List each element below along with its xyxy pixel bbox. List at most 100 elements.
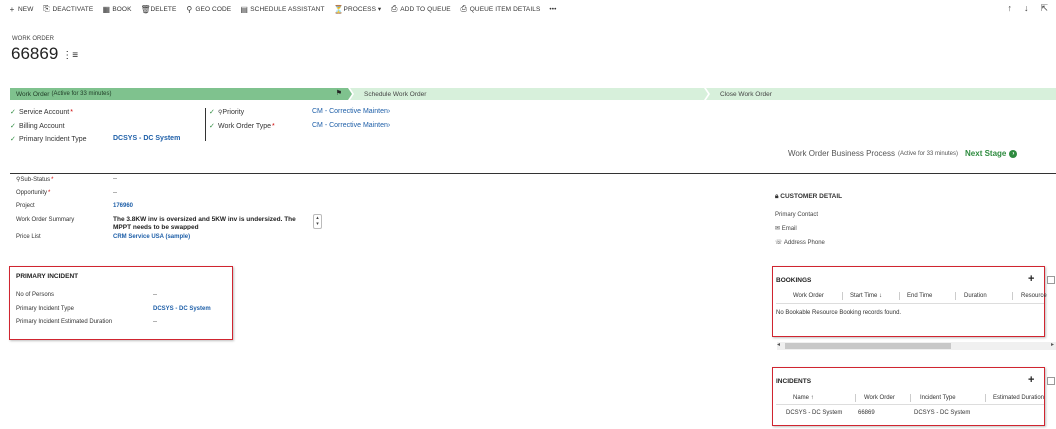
primary-incident-type-link[interactable]: DCSYS - DC System: [113, 135, 180, 142]
deactivate-button[interactable]: ⎘ DEACTIVATE: [42, 4, 93, 14]
col-estimated-duration[interactable]: Estimated Duration: [993, 395, 1044, 401]
process-icon: ⏳: [333, 4, 344, 14]
scroll-right-icon[interactable]: ▸: [1051, 341, 1054, 348]
geo-code-button[interactable]: ⚲ GEO CODE: [185, 5, 231, 14]
no-of-persons-value[interactable]: --: [153, 292, 157, 298]
book-button[interactable]: ▦ BOOK: [102, 5, 131, 14]
stage-field-work-order-type[interactable]: ✓ Work Order Type *: [209, 122, 275, 131]
col-separator: [1012, 292, 1013, 300]
no-of-persons-label: No of Persons: [16, 292, 55, 298]
email-item[interactable]: ✉ Email: [775, 225, 797, 232]
queue-item-details-button[interactable]: ⎙ QUEUE ITEM DETAILS: [460, 4, 541, 14]
col-incident-type[interactable]: Incident Type: [920, 395, 956, 401]
more-commands-button[interactable]: •••: [549, 6, 556, 13]
grid-view-icon[interactable]: [1047, 377, 1055, 385]
incident-work-order-link[interactable]: 66869: [858, 410, 875, 416]
plus-icon: +: [9, 4, 15, 14]
flag-icon: ⚑: [335, 90, 342, 97]
divider: [205, 108, 206, 141]
primary-contact-label: Primary Contact: [775, 212, 819, 218]
business-process-bar: Work Order (Active for 33 minutes) ⚑ Sch…: [10, 88, 1056, 100]
deactivate-icon: ⎘: [43, 4, 50, 13]
stage-schedule-work-order[interactable]: Schedule Work Order: [350, 88, 708, 100]
stage-field-billing-account[interactable]: ✓ Billing Account: [10, 122, 65, 131]
summary-textarea[interactable]: The 3.8KW inv is oversized and 5KW inv i…: [113, 216, 309, 230]
price-list-link[interactable]: CRM Service USA (sample): [113, 234, 190, 240]
price-list-label: Price List: [16, 234, 41, 240]
incident-type-link[interactable]: DCSYS - DC System: [914, 410, 970, 416]
col-separator: [955, 292, 956, 300]
summary-label: Work Order Summary: [16, 217, 75, 223]
scroll-spinner[interactable]: ▴ ▾: [313, 214, 322, 229]
process-button[interactable]: ⏳ PROCESS ▾: [334, 5, 382, 14]
scroll-thumb[interactable]: [785, 343, 951, 349]
col-end-time[interactable]: End Time: [907, 293, 932, 299]
estimated-duration-value[interactable]: --: [153, 319, 157, 325]
sub-status-label: ⚲Sub-Status*: [16, 177, 54, 183]
estimated-duration-label: Primary Incident Estimated Duration: [16, 319, 113, 325]
business-process-label: Work Order Business Process (Active for …: [788, 149, 1018, 158]
add-to-queue-button[interactable]: ⎙ ADD TO QUEUE: [390, 4, 451, 14]
project-label: Project: [16, 203, 35, 209]
geo-pin-icon: ⚲: [186, 4, 193, 14]
delete-button[interactable]: 🗑 DELETE: [141, 5, 177, 14]
check-icon: ✓: [10, 123, 16, 130]
schedule-assistant-button[interactable]: ▤ SCHEDULE ASSISTANT: [240, 5, 324, 14]
header-underline: [776, 404, 1044, 405]
record-number: 66869: [11, 44, 59, 63]
stage-close-work-order[interactable]: Close Work Order: [706, 88, 1056, 100]
book-icon: ▦: [102, 4, 111, 14]
queue-icon: ⎙: [391, 4, 398, 13]
stage-field-primary-incident-type[interactable]: ✓ Primary Incident Type: [10, 135, 87, 144]
add-incident-button[interactable]: +: [1028, 374, 1034, 386]
stage-field-priority[interactable]: ✓ ⚲ Priority: [209, 108, 244, 117]
scroll-left-icon[interactable]: ◂: [777, 341, 780, 348]
command-bar: + NEW ⎘ DEACTIVATE ▦ BOOK 🗑 DELETE ⚲ GEO CODE…: [0, 0, 1056, 18]
check-icon: ✓: [10, 109, 16, 116]
stage-work-order[interactable]: Work Order (Active for 33 minutes) ⚑: [10, 88, 352, 100]
col-resource[interactable]: Resource: [1021, 293, 1047, 299]
col-name[interactable]: Name ↑: [793, 395, 814, 401]
stage-field-service-account[interactable]: ✓ Service Account *: [10, 108, 73, 117]
col-work-order[interactable]: Work Order: [864, 395, 895, 401]
primary-incident-type-label: Primary Incident Type: [16, 306, 74, 312]
primary-incident-type-value[interactable]: DCSYS - DC System: [153, 306, 211, 312]
work-order-type-value[interactable]: CM - Corrective Mainten›: [312, 122, 390, 129]
address-phone-item[interactable]: ☏ Address Phone: [775, 239, 825, 246]
arrow-up-icon[interactable]: ↑: [1007, 3, 1012, 14]
opportunity-value[interactable]: --: [113, 190, 117, 196]
mail-icon: ✉: [775, 226, 781, 232]
bookings-title: BOOKINGS: [776, 277, 812, 284]
check-icon: ✓: [209, 123, 215, 130]
primary-incident-title: PRIMARY INCIDENT: [16, 273, 79, 280]
schedule-icon: ▤: [240, 4, 249, 14]
incident-name-link[interactable]: DCSYS - DC System: [786, 410, 842, 416]
new-button[interactable]: + NEW: [8, 4, 34, 14]
sub-status-value[interactable]: --: [113, 176, 117, 182]
col-separator: [985, 394, 986, 402]
next-stage-button[interactable]: Next Stage ›: [965, 149, 1018, 158]
opportunity-label: Opportunity*: [16, 190, 51, 196]
col-separator: [910, 394, 911, 402]
phone-icon: ☏: [775, 240, 783, 246]
col-duration[interactable]: Duration: [964, 293, 987, 299]
grid-view-icon[interactable]: [1047, 276, 1055, 284]
customer-detail-heading: 🔒︎ CUSTOMER DETAIL: [775, 193, 843, 200]
delete-icon: 🗑: [140, 4, 151, 14]
col-separator: [842, 292, 843, 300]
record-navigation: ↑ ↓ ⇱: [1007, 3, 1048, 14]
col-start-time[interactable]: Start Time ↓: [850, 293, 882, 299]
lock-icon: 🔒︎: [775, 193, 779, 200]
page-title: 66869 ⋮≡: [11, 44, 78, 64]
project-link[interactable]: 176960: [113, 203, 133, 209]
header-underline: [776, 303, 1044, 304]
add-booking-button[interactable]: +: [1028, 273, 1034, 285]
expand-icon[interactable]: ⇱: [1040, 3, 1048, 14]
bookings-section: [772, 266, 1045, 337]
check-icon: ✓: [209, 109, 215, 116]
col-work-order[interactable]: Work Order: [793, 293, 824, 299]
bookings-empty-message: No Bookable Resource Booking records fou…: [776, 310, 902, 316]
arrow-down-icon[interactable]: ↓: [1024, 3, 1029, 14]
priority-value[interactable]: CM - Corrective Mainten›: [312, 108, 390, 115]
form-selector-icon[interactable]: ⋮≡: [62, 50, 78, 61]
